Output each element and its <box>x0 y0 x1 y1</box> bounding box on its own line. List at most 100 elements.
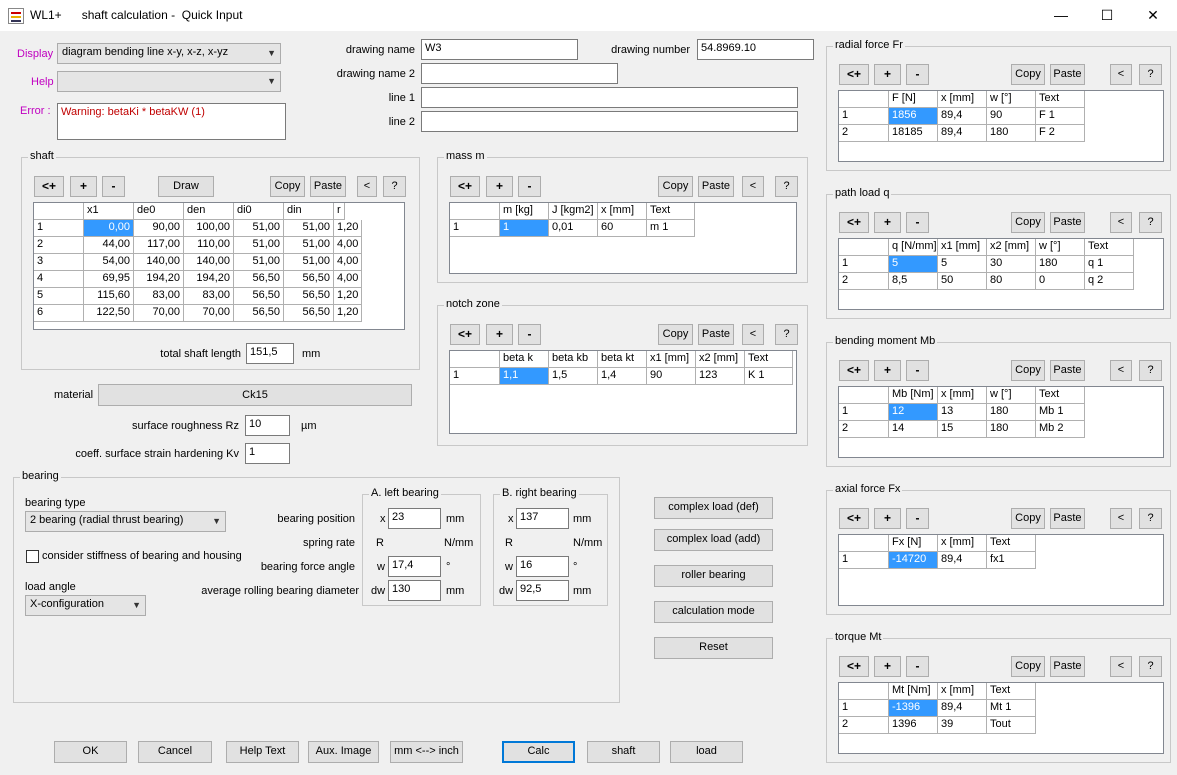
table-cell[interactable]: 70,00 <box>184 305 234 322</box>
table-cell[interactable]: 1,5 <box>549 368 598 385</box>
axial-paste-button[interactable]: Paste <box>1050 508 1085 529</box>
table-cell[interactable]: Tout <box>987 717 1036 734</box>
table-cell[interactable]: 1,20 <box>334 305 363 322</box>
table-cell[interactable]: 4,00 <box>334 271 363 288</box>
table-cell[interactable]: 18185 <box>889 125 938 142</box>
table-cell[interactable]: 90,00 <box>134 220 184 237</box>
table-cell[interactable]: 15 <box>938 421 987 438</box>
drawing-name2-input[interactable] <box>421 63 618 84</box>
table-cell[interactable]: 180 <box>987 421 1036 438</box>
roller-bearing-button[interactable]: roller bearing <box>654 565 773 587</box>
row-header[interactable]: 1 <box>450 220 500 237</box>
torque-table[interactable]: Mt [Nm] x [mm] Text 1 -1396 89,4 Mt 1 2 1396 39 To… <box>838 682 1164 754</box>
mass-prev-button[interactable]: < <box>742 176 764 197</box>
table-cell[interactable]: 56,50 <box>234 271 284 288</box>
radial-help-button[interactable]: ? <box>1139 64 1162 85</box>
left-bearing-x-input[interactable]: 23 <box>388 508 441 529</box>
notch-paste-button[interactable]: Paste <box>698 324 734 345</box>
mass-remove-row-button[interactable]: - <box>518 176 541 197</box>
path-table[interactable]: q [N/mm] x1 [mm] x2 [mm] w [°] Text 1 5 5 30 180 q… <box>838 238 1164 310</box>
material-button[interactable]: Ck15 <box>98 384 412 406</box>
bending-prev-button[interactable]: < <box>1110 360 1132 381</box>
table-cell[interactable]: 56,50 <box>284 271 334 288</box>
table-cell[interactable]: 51,00 <box>234 254 284 271</box>
table-cell[interactable]: 117,00 <box>134 237 184 254</box>
right-bearing-w-input[interactable]: 16 <box>516 556 569 577</box>
shaft-remove-row-button[interactable]: - <box>102 176 125 197</box>
table-cell[interactable]: 90 <box>987 108 1036 125</box>
table-cell[interactable]: 30 <box>987 256 1036 273</box>
calc-button[interactable]: Calc <box>502 741 575 763</box>
table-cell[interactable]: 1396 <box>889 717 938 734</box>
notch-add-row-button[interactable]: + <box>486 324 513 345</box>
reset-button[interactable]: Reset <box>654 637 773 659</box>
line1-input[interactable] <box>421 87 798 108</box>
line2-input[interactable] <box>421 111 798 132</box>
axial-add-row-button[interactable]: + <box>874 508 901 529</box>
row-header[interactable]: 1 <box>839 404 889 421</box>
surface-roughness-input[interactable]: 10 <box>245 415 290 436</box>
notch-help-button[interactable]: ? <box>775 324 798 345</box>
table-cell[interactable]: 4,00 <box>334 254 363 271</box>
bending-paste-button[interactable]: Paste <box>1050 360 1085 381</box>
mass-paste-button[interactable]: Paste <box>698 176 734 197</box>
table-cell[interactable]: 5 <box>889 256 938 273</box>
shaft-insert-row-button[interactable]: <+ <box>34 176 64 197</box>
table-cell[interactable]: 0,01 <box>549 220 598 237</box>
path-remove-row-button[interactable]: - <box>906 212 929 233</box>
table-cell[interactable]: q 2 <box>1085 273 1134 290</box>
drawing-name-input[interactable]: W3 <box>421 39 578 60</box>
radial-prev-button[interactable]: < <box>1110 64 1132 85</box>
table-cell[interactable]: 90 <box>647 368 696 385</box>
table-cell[interactable]: 0,00 <box>84 220 134 237</box>
notch-prev-button[interactable]: < <box>742 324 764 345</box>
table-cell[interactable]: 194,20 <box>184 271 234 288</box>
row-header[interactable]: 1 <box>839 700 889 717</box>
calculation-mode-button[interactable]: calculation mode <box>654 601 773 623</box>
load-angle-select[interactable]: X-configuration ▼ <box>25 595 146 616</box>
path-copy-button[interactable]: Copy <box>1011 212 1045 233</box>
table-cell[interactable]: 1,20 <box>334 288 363 305</box>
table-cell[interactable]: 14 <box>889 421 938 438</box>
table-cell[interactable]: fx1 <box>987 552 1036 569</box>
shaft-button[interactable]: shaft <box>587 741 660 763</box>
load-button[interactable]: load <box>670 741 743 763</box>
table-cell[interactable]: 56,50 <box>284 305 334 322</box>
row-header[interactable]: 2 <box>839 717 889 734</box>
radial-paste-button[interactable]: Paste <box>1050 64 1085 85</box>
bending-add-row-button[interactable]: + <box>874 360 901 381</box>
table-cell[interactable]: Mb 2 <box>1036 421 1085 438</box>
shaft-draw-button[interactable]: Draw <box>158 176 214 197</box>
row-header[interactable]: 1 <box>34 220 84 237</box>
cancel-button[interactable]: Cancel <box>138 741 212 763</box>
path-prev-button[interactable]: < <box>1110 212 1132 233</box>
axial-copy-button[interactable]: Copy <box>1011 508 1045 529</box>
ok-button[interactable]: OK <box>54 741 127 763</box>
table-cell[interactable]: 110,00 <box>184 237 234 254</box>
unit-toggle-button[interactable]: mm <--> inch <box>390 741 463 763</box>
table-cell[interactable]: 56,50 <box>284 288 334 305</box>
table-cell[interactable]: 89,4 <box>938 552 987 569</box>
table-cell[interactable]: 51,00 <box>234 220 284 237</box>
table-cell[interactable]: -14720 <box>889 552 938 569</box>
notch-table[interactable]: beta k beta kb beta kt x1 [mm] x2 [mm] Text 1 1… <box>449 350 797 434</box>
bearing-type-select[interactable]: 2 bearing (radial thrust bearing) ▼ <box>25 511 226 532</box>
torque-help-button[interactable]: ? <box>1139 656 1162 677</box>
table-cell[interactable]: 51,00 <box>234 237 284 254</box>
table-cell[interactable]: 56,50 <box>234 288 284 305</box>
path-add-row-button[interactable]: + <box>874 212 901 233</box>
table-cell[interactable]: q 1 <box>1085 256 1134 273</box>
right-bearing-x-input[interactable]: 137 <box>516 508 569 529</box>
table-cell[interactable]: 83,00 <box>184 288 234 305</box>
row-header[interactable]: 1 <box>839 552 889 569</box>
table-cell[interactable]: 51,00 <box>284 254 334 271</box>
table-cell[interactable]: 80 <box>987 273 1036 290</box>
table-cell[interactable]: 100,00 <box>184 220 234 237</box>
table-cell[interactable]: m 1 <box>647 220 695 237</box>
shaft-prev-button[interactable]: < <box>357 176 377 197</box>
left-bearing-dw-input[interactable]: 130 <box>388 580 441 601</box>
mass-copy-button[interactable]: Copy <box>658 176 693 197</box>
table-cell[interactable]: F 1 <box>1036 108 1085 125</box>
complex-load-add-button[interactable]: complex load (add) <box>654 529 773 551</box>
torque-add-row-button[interactable]: + <box>874 656 901 677</box>
